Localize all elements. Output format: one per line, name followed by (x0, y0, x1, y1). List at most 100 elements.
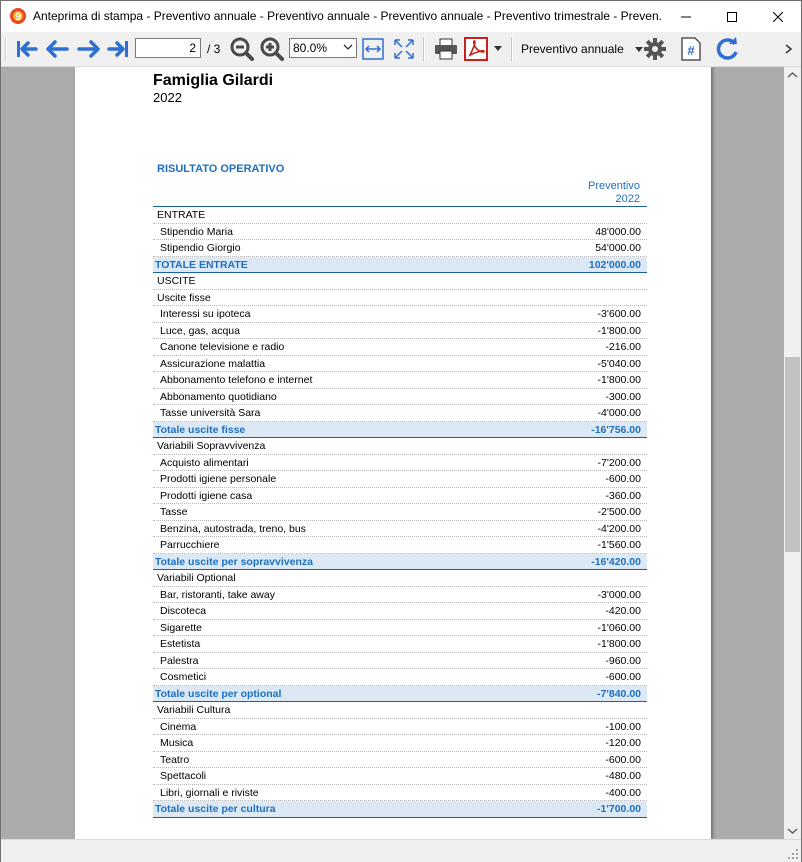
refresh-button[interactable] (714, 36, 740, 62)
document-year: 2022 (153, 90, 182, 105)
report-table: ENTRATE Stipendio Maria 48'000.00 Stipendio… (153, 207, 647, 818)
row-label: USCITE (157, 275, 196, 287)
table-row: Assicurazione malattia -5'040.00 (153, 356, 647, 372)
row-value: -960.00 (605, 654, 641, 667)
row-label: Luce, gas, acqua (160, 324, 240, 337)
last-page-button[interactable] (106, 36, 132, 62)
total-row: Totale uscite per sopravvivenza -16'420.0… (153, 553, 647, 570)
previous-page-button[interactable] (44, 36, 70, 62)
row-label: Abbonamento telefono e internet (160, 374, 313, 386)
next-page-icon (77, 40, 100, 58)
maximize-button[interactable] (709, 1, 755, 32)
close-button[interactable] (755, 1, 801, 32)
row-label: Palestra (160, 654, 199, 667)
preview-viewport[interactable]: Famiglia Gilardi 2022 RISULTATO OPERATIV… (1, 67, 784, 839)
resize-grip-icon[interactable] (787, 848, 799, 860)
row-value: -360.00 (605, 489, 641, 502)
scroll-down-icon (787, 828, 798, 835)
row-value: -600.00 (605, 473, 641, 485)
table-row: Teatro -600.00 (153, 752, 647, 768)
row-label: Prodotti igiene personale (160, 473, 277, 485)
title-bar: 9 Anteprima di stampa - Preventivo annua… (1, 1, 801, 32)
zoom-in-button[interactable] (259, 36, 285, 62)
zoom-out-button[interactable] (229, 36, 255, 62)
print-icon (435, 38, 457, 60)
settings-button[interactable] (642, 36, 668, 62)
fit-width-button[interactable] (360, 36, 386, 62)
row-label: Sigarette (160, 621, 203, 634)
row-value: -5'040.00 (597, 357, 641, 370)
row-label: Totale uscite per sopravvivenza (155, 555, 313, 568)
fit-page-button[interactable] (391, 36, 417, 62)
section-title: RISULTATO OPERATIVO (157, 163, 285, 175)
page-number-button[interactable]: # (678, 36, 704, 62)
scroll-up-icon (787, 71, 798, 78)
toolbar-grip (5, 37, 7, 61)
report-selector-value: Preventivo annuale (521, 42, 624, 56)
row-value: -400.00 (605, 786, 641, 799)
table-row: Abbonamento quotidiano -300.00 (153, 389, 647, 405)
table-row: Benzina, autostrada, treno, bus -4'200.00 (153, 521, 647, 537)
row-label: Benzina, autostrada, treno, bus (160, 522, 306, 535)
first-page-button[interactable] (13, 36, 39, 62)
row-value: -600.00 (605, 671, 641, 683)
table-row: Sigarette -1'060.00 (153, 620, 647, 636)
vertical-scrollbar[interactable] (784, 67, 801, 839)
row-value: -1'800.00 (597, 374, 641, 386)
print-button[interactable] (433, 36, 459, 62)
row-value: -3'600.00 (597, 308, 641, 320)
section-row: Variabili Cultura (153, 702, 647, 719)
export-pdf-button[interactable] (463, 36, 489, 62)
document-title: Famiglia Gilardi (153, 72, 274, 89)
next-page-button[interactable] (76, 36, 102, 62)
row-value: -4'200.00 (597, 522, 641, 535)
row-value: -100.00 (605, 720, 641, 733)
row-label: Spettacoli (160, 770, 207, 782)
settings-gear-icon (644, 38, 666, 60)
table-row: Discoteca -420.00 (153, 603, 647, 620)
last-page-icon (107, 41, 128, 57)
maximize-icon (727, 11, 737, 22)
page-number-input[interactable]: 2 (135, 38, 201, 58)
zoom-select[interactable]: 80.0% (289, 38, 357, 58)
table-row: Stipendio Giorgio 54'000.00 (153, 240, 647, 257)
row-value: -420.00 (605, 605, 641, 617)
table-row: Musica -120.00 (153, 735, 647, 752)
table-row: Tasse università Sara -4'000.00 (153, 405, 647, 422)
row-label: Cosmetici (160, 671, 207, 683)
total-row: TOTALE ENTRATE 102'000.00 (153, 256, 647, 273)
fit-page-icon (394, 39, 414, 59)
svg-text:#: # (687, 43, 695, 58)
table-row: Prodotti igiene personale -600.00 (153, 471, 647, 488)
zoom-in-icon (260, 37, 284, 61)
table-row: Prodotti igiene casa -360.00 (153, 488, 647, 504)
report-selector[interactable]: Preventivo annuale (521, 42, 644, 56)
app-logo-icon: 9 (10, 8, 26, 24)
row-value: -1'800.00 (597, 324, 641, 337)
fit-width-icon (362, 38, 384, 60)
table-row: Cinema -100.00 (153, 719, 647, 735)
row-label: Tasse (160, 506, 188, 518)
row-label: Estetista (160, 638, 201, 650)
row-value: -1'560.00 (597, 539, 641, 551)
section-row: ENTRATE (153, 207, 647, 224)
svg-text:9: 9 (15, 11, 21, 23)
total-row: Totale uscite per optional -7'840.00 (153, 685, 647, 702)
close-icon (773, 11, 783, 22)
row-value: 48'000.00 (595, 225, 641, 238)
chevron-down-icon (343, 44, 353, 50)
table-row: Luce, gas, acqua -1'800.00 (153, 323, 647, 339)
row-value: 54'000.00 (595, 242, 641, 254)
minimize-button[interactable] (663, 1, 709, 32)
row-value: -600.00 (605, 753, 641, 766)
zoom-value: 80.0% (293, 41, 328, 55)
row-label: Assicurazione malattia (160, 357, 266, 370)
scrollbar-thumb[interactable] (785, 357, 800, 552)
table-row: Palestra -960.00 (153, 653, 647, 669)
chevron-right-icon (785, 44, 793, 54)
pdf-options-dropdown[interactable] (491, 36, 505, 62)
row-value: -4'000.00 (597, 407, 641, 419)
toolbar-overflow-button[interactable] (781, 36, 797, 62)
row-label: TOTALE ENTRATE (155, 258, 248, 271)
window-title: Anteprima di stampa - Preventivo annuale… (33, 9, 663, 23)
